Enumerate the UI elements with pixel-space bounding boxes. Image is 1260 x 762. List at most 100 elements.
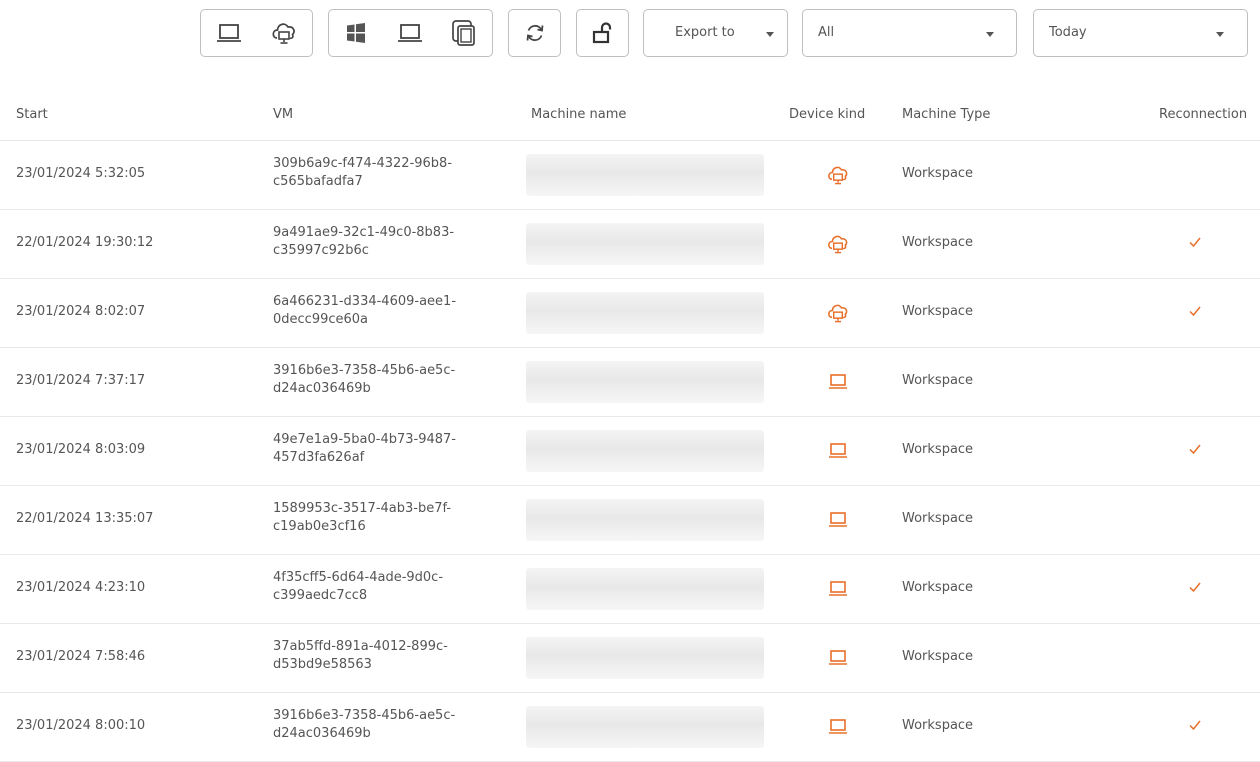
- table-row[interactable]: 23/01/2024 8:00:10 3916b6e3-7358-45b6-ae…: [0, 693, 1260, 762]
- chevron-down-icon: [1216, 32, 1224, 37]
- machine-name-cell-redacted: [526, 430, 764, 472]
- unlock-button[interactable]: [576, 9, 629, 57]
- vm-id-line1: 309b6a9c-f474-4322-96b8-: [273, 156, 453, 171]
- scope-select-value: All: [818, 25, 835, 40]
- vm-cell: 9a491ae9-32c1-49c0-8b83- c35997c92b6c: [273, 224, 493, 260]
- vm-cell: 49e7e1a9-5ba0-4b73-9487- 457d3fa626af: [273, 431, 493, 467]
- table-row[interactable]: 23/01/2024 7:37:17 3916b6e3-7358-45b6-ae…: [0, 348, 1260, 417]
- table-row[interactable]: 23/01/2024 8:03:09 49e7e1a9-5ba0-4b73-94…: [0, 417, 1260, 486]
- table-row[interactable]: 23/01/2024 8:02:07 6a466231-d334-4609-ae…: [0, 279, 1260, 348]
- table-row[interactable]: 22/01/2024 19:30:12 9a491ae9-32c1-49c0-8…: [0, 210, 1260, 279]
- export-dropdown[interactable]: Export to: [643, 9, 788, 57]
- os-filter-group: [328, 9, 493, 57]
- vm-cell: 6a466231-d334-4609-aee1- 0decc99ce60a: [273, 293, 493, 329]
- table-row[interactable]: 22/01/2024 13:35:07 1589953c-3517-4ab3-b…: [0, 486, 1260, 555]
- reconnection-cell: [1187, 648, 1203, 664]
- vm-cell: 309b6a9c-f474-4322-96b8- c565bafadfa7: [273, 155, 493, 191]
- column-header-machine-type[interactable]: Machine Type: [902, 107, 990, 122]
- vm-id-line2: c19ab0e3cf16: [273, 519, 366, 534]
- machine-name-cell-redacted: [526, 154, 764, 196]
- vm-id-line1: 37ab5ffd-891a-4012-899c-: [273, 639, 448, 654]
- check-icon: [1189, 444, 1201, 455]
- vm-cell: 37ab5ffd-891a-4012-899c- d53bd9e58563: [273, 638, 493, 674]
- reconnection-cell: [1187, 441, 1203, 457]
- device-kind-cell: [826, 301, 850, 325]
- start-cell: 23/01/2024 4:23:10: [16, 580, 146, 595]
- vm-id-line2: c35997c92b6c: [273, 243, 369, 258]
- table-header: Start VM Machine name Device kind Machin…: [0, 98, 1260, 138]
- vm-id-line2: 0decc99ce60a: [273, 312, 369, 327]
- vm-id-line1: 4f35cff5-6d64-4ade-9d0c-: [273, 570, 444, 585]
- start-cell: 22/01/2024 19:30:12: [16, 235, 154, 250]
- vm-id-line2: 457d3fa626af: [273, 450, 365, 465]
- column-header-device-kind[interactable]: Device kind: [789, 107, 865, 122]
- vm-id-line2: c565bafadfa7: [273, 174, 363, 189]
- vm-cell: 4f35cff5-6d64-4ade-9d0c- c399aedc7cc8: [273, 569, 493, 605]
- device-filter-group: [200, 9, 313, 57]
- windows-filter-button[interactable]: [329, 10, 383, 56]
- refresh-button[interactable]: [508, 9, 561, 57]
- vm-id-line1: 3916b6e3-7358-45b6-ae5c-: [273, 708, 456, 723]
- machine-type-cell: Workspace: [902, 235, 974, 250]
- period-select-value: Today: [1049, 25, 1087, 40]
- machine-name-cell-redacted: [526, 706, 764, 748]
- check-icon: [1189, 582, 1201, 593]
- start-cell: 23/01/2024 7:58:46: [16, 649, 146, 664]
- reconnection-cell: [1187, 510, 1203, 526]
- check-icon: [1189, 306, 1201, 317]
- vm-id-line2: d24ac036469b: [273, 726, 371, 741]
- start-cell: 23/01/2024 5:32:05: [16, 166, 146, 181]
- machine-type-cell: Workspace: [902, 166, 974, 181]
- vm-id-line2: d53bd9e58563: [273, 657, 372, 672]
- column-header-machine-name[interactable]: Machine name: [531, 107, 626, 122]
- cloud-pc-filter-button[interactable]: [257, 10, 313, 56]
- scope-select[interactable]: All: [802, 9, 1017, 57]
- column-header-reconnection[interactable]: Reconnection: [1159, 107, 1247, 122]
- vm-id-line1: 3916b6e3-7358-45b6-ae5c-: [273, 363, 456, 378]
- vm-id-line1: 1589953c-3517-4ab3-be7f-: [273, 501, 452, 516]
- reconnection-cell: [1187, 165, 1203, 181]
- reconnection-cell: [1187, 579, 1203, 595]
- cloud-pc-icon: [828, 304, 848, 323]
- laptop-icon: [829, 719, 847, 734]
- vm-cell: 3916b6e3-7358-45b6-ae5c- d24ac036469b: [273, 362, 493, 398]
- check-icon: [1189, 237, 1201, 248]
- reconnection-cell: [1187, 303, 1203, 319]
- table-row[interactable]: 23/01/2024 7:58:46 37ab5ffd-891a-4012-89…: [0, 624, 1260, 693]
- laptop-filter-button[interactable]: [201, 10, 257, 56]
- export-label: Export to: [675, 25, 735, 40]
- copy-filter-button[interactable]: [437, 10, 491, 56]
- device-kind-cell: [826, 646, 850, 670]
- table-row[interactable]: 23/01/2024 5:32:05 309b6a9c-f474-4322-96…: [0, 141, 1260, 210]
- windows-icon: [347, 23, 365, 43]
- machine-name-cell-redacted: [526, 223, 764, 265]
- refresh-button-inner[interactable]: [509, 10, 560, 56]
- column-header-vm[interactable]: VM: [273, 107, 293, 122]
- vm-id-line1: 49e7e1a9-5ba0-4b73-9487-: [273, 432, 456, 447]
- device-kind-cell: [826, 715, 850, 739]
- table-row[interactable]: 23/01/2024 4:23:10 4f35cff5-6d64-4ade-9d…: [0, 555, 1260, 624]
- machine-type-cell: Workspace: [902, 649, 974, 664]
- unlock-icon: [592, 22, 611, 44]
- column-header-start[interactable]: Start: [16, 107, 48, 122]
- device-kind-cell: [826, 370, 850, 394]
- machine-name-cell-redacted: [526, 292, 764, 334]
- laptop-os-filter-button[interactable]: [383, 10, 437, 56]
- table-body: 23/01/2024 5:32:05 309b6a9c-f474-4322-96…: [0, 141, 1260, 762]
- machine-type-cell: Workspace: [902, 718, 974, 733]
- machine-name-cell-redacted: [526, 499, 764, 541]
- vm-id-line1: 6a466231-d334-4609-aee1-: [273, 294, 457, 309]
- laptop-icon: [829, 581, 847, 596]
- period-select[interactable]: Today: [1033, 9, 1248, 57]
- machine-type-cell: Workspace: [902, 511, 974, 526]
- unlock-button-inner[interactable]: [577, 10, 628, 56]
- chevron-down-icon: [766, 32, 774, 37]
- laptop-icon: [829, 443, 847, 458]
- machine-name-cell-redacted: [526, 637, 764, 679]
- machine-type-cell: Workspace: [902, 304, 974, 319]
- start-cell: 22/01/2024 13:35:07: [16, 511, 154, 526]
- cloud-pc-icon: [272, 23, 296, 44]
- machine-type-cell: Workspace: [902, 580, 974, 595]
- start-cell: 23/01/2024 8:03:09: [16, 442, 146, 457]
- laptop-icon: [829, 650, 847, 665]
